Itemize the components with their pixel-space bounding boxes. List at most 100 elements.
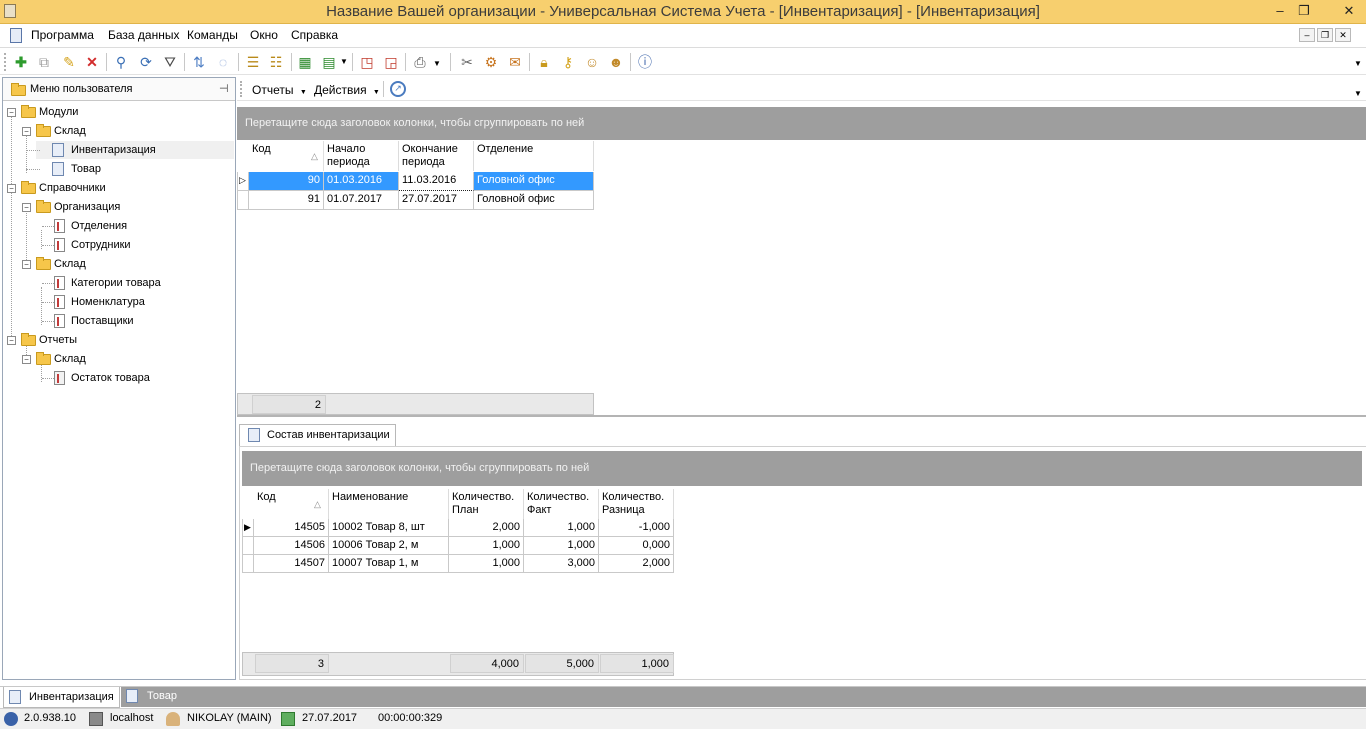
mdi-minimize-button[interactable]: ‒ — [1299, 28, 1315, 42]
export-menu-icon[interactable]: ▤ — [320, 53, 338, 71]
table-cell[interactable]: 90 — [249, 172, 324, 191]
tools-icon[interactable]: ⚙ — [482, 53, 500, 71]
tree-item-suppliers[interactable]: Поставщики — [36, 312, 226, 330]
copy-icon[interactable]: ⧉ — [35, 53, 53, 71]
table-cell[interactable]: 27.07.2017 — [399, 191, 474, 210]
table-cell[interactable]: 10002 Товар 8, шт — [329, 519, 449, 537]
dropdown-arrow-icon[interactable]: ▼ — [433, 59, 441, 68]
col-header-end[interactable]: Окончание периода — [399, 141, 474, 171]
key-icon[interactable]: ⚷ — [559, 53, 577, 71]
col-header-department[interactable]: Отделение — [474, 141, 594, 171]
export-excel-icon[interactable]: ▦ — [296, 53, 314, 71]
menu-program[interactable]: Программа — [31, 28, 94, 42]
table-cell[interactable]: 14506 — [254, 537, 329, 555]
mdi-close-button[interactable]: ✕ — [1335, 28, 1351, 42]
col-header-start[interactable]: Начало периода — [324, 141, 399, 171]
tree-item-nomenclature[interactable]: Номенклатура — [36, 293, 226, 311]
table-cell[interactable]: 1,000 — [449, 555, 524, 573]
edit-icon[interactable]: ✎ — [60, 53, 78, 71]
col-header-qty-diff[interactable]: Количество. Разница — [599, 489, 674, 519]
table-cell[interactable]: 11.03.2016 — [399, 172, 474, 191]
tree-item-goods-categories[interactable]: Категории товара — [36, 274, 226, 292]
table-row[interactable]: 14506 10006 Товар 2, м 1,000 1,000 0,000 — [242, 537, 674, 555]
table-cell[interactable]: -1,000 — [599, 519, 674, 537]
tree-item-modules[interactable]: − Модули — [7, 103, 221, 121]
col-header-qty-fact[interactable]: Количество. Факт — [524, 489, 599, 519]
user-settings-icon[interactable]: ☻ — [607, 53, 625, 71]
table-cell[interactable]: 14505 — [254, 519, 329, 537]
table-cell[interactable]: 0,000 — [599, 537, 674, 555]
tree-item-organization[interactable]: − Организация — [22, 198, 226, 216]
collapse-icon[interactable]: − — [7, 184, 16, 193]
move-icon[interactable]: ⇅ — [190, 53, 208, 71]
table-cell[interactable]: 10006 Товар 2, м — [329, 537, 449, 555]
add-icon[interactable]: ✚ — [12, 53, 30, 71]
tree-expand-icon[interactable]: ☷ — [267, 53, 285, 71]
table-cell[interactable]: 1,000 — [524, 537, 599, 555]
dropdown-arrow-icon[interactable]: ▼ — [340, 57, 348, 66]
window-tab-inventory[interactable]: Инвентаризация — [3, 687, 120, 708]
collapse-icon[interactable]: − — [22, 127, 31, 136]
tree-item-employees[interactable]: Сотрудники — [36, 236, 226, 254]
grid-splitter[interactable] — [237, 415, 1366, 417]
table-cell[interactable]: 91 — [249, 191, 324, 210]
open-window-icon[interactable]: ◳ — [358, 53, 376, 71]
settings-icon[interactable]: ✂ — [458, 53, 476, 71]
toolbar-overflow-icon[interactable]: ▼ — [1354, 59, 1362, 68]
table-cell[interactable]: 1,000 — [449, 537, 524, 555]
col-header-code[interactable]: Код △ — [249, 141, 324, 171]
users-icon[interactable]: ☺ — [583, 53, 601, 71]
collapse-icon[interactable]: − — [22, 203, 31, 212]
tree-item-references[interactable]: − Справочники — [7, 179, 221, 197]
table-cell[interactable]: 3,000 — [524, 555, 599, 573]
mdi-restore-button[interactable]: ❐ — [1317, 28, 1333, 42]
col-header-qty-plan[interactable]: Количество. План — [449, 489, 524, 519]
table-row[interactable]: 14507 10007 Товар 1, м 1,000 3,000 2,000 — [242, 555, 674, 573]
clock-icon[interactable]: ↗ — [390, 81, 406, 97]
print-icon[interactable]: ⎙ — [411, 53, 429, 71]
menu-commands[interactable]: Команды — [187, 28, 238, 42]
collapse-icon[interactable]: − — [7, 108, 16, 117]
tree-icon[interactable]: ☰ — [244, 53, 262, 71]
tree-item-reports[interactable]: − Отчеты — [7, 331, 221, 349]
tree-item-warehouse-reports[interactable]: − Склад — [22, 350, 226, 368]
table-row[interactable]: 91 01.07.2017 27.07.2017 Головной офис — [237, 191, 594, 210]
pin-icon[interactable]: ⊣ — [219, 82, 229, 95]
collapse-icon[interactable]: − — [22, 260, 31, 269]
table-cell[interactable]: 10007 Товар 1, м — [329, 555, 449, 573]
tree-item-warehouse-refs[interactable]: − Склад — [22, 255, 226, 273]
table-row[interactable]: ▶ 14505 10002 Товар 8, шт 2,000 1,000 -1… — [242, 519, 674, 537]
tree-item-stock-report[interactable]: Остаток товара — [36, 369, 226, 387]
tree-item-goods[interactable]: Товар — [26, 160, 226, 178]
restore-button[interactable]: ❐ — [1292, 2, 1316, 20]
reports-dropdown[interactable]: Отчеты ▼ — [252, 83, 307, 97]
search-icon[interactable]: ⚲ — [112, 53, 130, 71]
notes-icon[interactable]: ✉ — [506, 53, 524, 71]
table-cell[interactable]: Головной офис — [474, 191, 594, 210]
refresh-icon[interactable]: ⟳ — [137, 53, 155, 71]
table-row[interactable]: ▷ 90 01.03.2016 11.03.2016 Головной офис — [237, 172, 594, 191]
actions-dropdown[interactable]: Действия ▼ — [314, 83, 380, 97]
col-header-name[interactable]: Наименование — [329, 489, 449, 519]
tree-item-warehouse[interactable]: − Склад — [22, 122, 226, 140]
tree-item-departments[interactable]: Отделения — [36, 217, 226, 235]
table-cell[interactable]: 2,000 — [449, 519, 524, 537]
delete-icon[interactable]: ✕ — [83, 53, 101, 71]
collapse-icon[interactable]: − — [7, 336, 16, 345]
info-icon[interactable]: ⓘ — [636, 53, 654, 71]
collapse-icon[interactable]: − — [22, 355, 31, 364]
table-cell[interactable]: Головной офис — [474, 172, 594, 191]
filter-icon[interactable]: ⛛ — [161, 53, 179, 71]
close-window-icon[interactable]: ◲ — [382, 53, 400, 71]
minimize-button[interactable]: ‒ — [1268, 2, 1292, 20]
window-tab-goods[interactable]: Товар — [121, 687, 183, 707]
table-cell[interactable]: 01.03.2016 — [324, 172, 399, 191]
table-cell[interactable]: 14507 — [254, 555, 329, 573]
menu-database[interactable]: База данных — [108, 28, 179, 42]
comment-icon[interactable]: ◌ — [214, 53, 232, 71]
top-group-panel[interactable]: Перетащите сюда заголовок колонки, чтобы… — [237, 107, 1366, 140]
table-cell[interactable]: 1,000 — [524, 519, 599, 537]
table-cell[interactable]: 01.07.2017 — [324, 191, 399, 210]
bottom-group-panel[interactable]: Перетащите сюда заголовок колонки, чтобы… — [242, 451, 1362, 486]
tree-item-inventory[interactable]: Инвентаризация — [26, 141, 234, 159]
